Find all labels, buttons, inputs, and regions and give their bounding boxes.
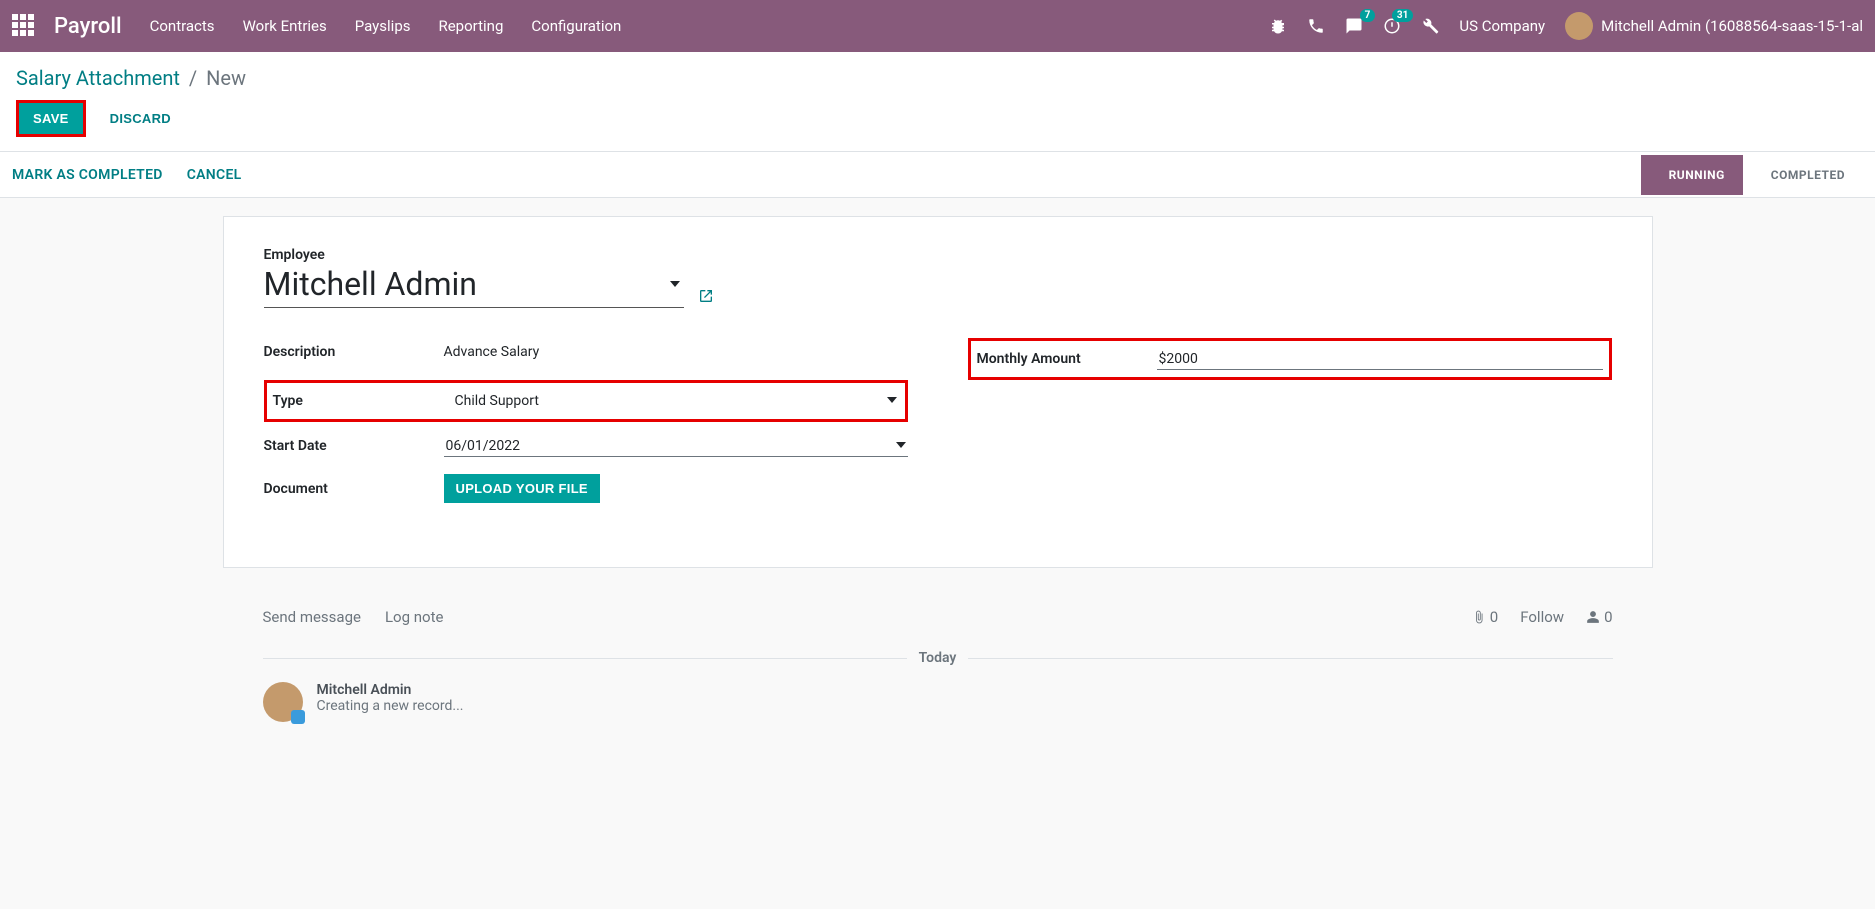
status-running[interactable]: RUNNING [1641, 155, 1743, 195]
description-row: Description Advance Salary [264, 338, 908, 366]
control-panel: Salary Attachment / New SAVE DISCARD [0, 52, 1875, 152]
activities-icon[interactable]: 31 [1383, 17, 1401, 35]
nav-reporting[interactable]: Reporting [438, 17, 503, 35]
type-row: Type Child Support [273, 387, 899, 415]
date-divider: Today [263, 650, 1613, 666]
company-selector[interactable]: US Company [1459, 17, 1545, 35]
start-date-row: Start Date 06/01/2022 [264, 432, 908, 460]
tools-icon[interactable] [1421, 17, 1439, 35]
document-label: Document [264, 481, 444, 497]
chevron-down-icon[interactable] [670, 259, 680, 297]
upload-file-button[interactable]: UPLOAD YOUR FILE [444, 474, 600, 503]
monthly-amount-label: Monthly Amount [977, 351, 1157, 367]
nav-configuration[interactable]: Configuration [531, 17, 621, 35]
type-field[interactable]: Child Support [453, 391, 899, 411]
start-date-label: Start Date [264, 438, 444, 454]
form-columns: Description Advance Salary Type Child Su… [264, 338, 1612, 517]
nav-menu: Contracts Work Entries Payslips Reportin… [150, 17, 622, 35]
cancel-button[interactable]: CANCEL [187, 167, 242, 183]
messages-icon[interactable]: 7 [1345, 17, 1363, 35]
type-value: Child Support [455, 393, 539, 409]
followers-icon[interactable]: 0 [1586, 608, 1612, 626]
message-avatar [263, 682, 303, 722]
right-column: Monthly Amount $2000 [968, 338, 1612, 380]
mark-completed-button[interactable]: MARK AS COMPLETED [12, 167, 163, 183]
nav-work-entries[interactable]: Work Entries [243, 17, 327, 35]
employee-label: Employee [264, 247, 1612, 263]
status-actions: MARK AS COMPLETED CANCEL [12, 167, 242, 183]
send-message-button[interactable]: Send message [263, 608, 361, 626]
external-link-icon[interactable] [698, 288, 714, 308]
apps-icon[interactable] [12, 14, 36, 38]
messages-badge: 7 [1360, 9, 1376, 22]
type-label: Type [273, 393, 453, 409]
activities-badge: 31 [1392, 9, 1413, 22]
document-row: Document UPLOAD YOUR FILE [264, 474, 908, 503]
bug-icon[interactable] [1269, 17, 1287, 35]
status-completed[interactable]: COMPLETED [1743, 155, 1863, 195]
description-value[interactable]: Advance Salary [444, 344, 908, 360]
chatter-right: 0 Follow 0 [1472, 608, 1613, 626]
message-item: Mitchell Admin Creating a new record... [263, 682, 1613, 722]
topbar-right: 7 31 US Company Mitchell Admin (16088564… [1269, 12, 1863, 40]
app-title[interactable]: Payroll [54, 14, 122, 39]
chevron-down-icon [896, 438, 906, 454]
status-bar: MARK AS COMPLETED CANCEL RUNNING COMPLET… [0, 152, 1875, 198]
message-text: Creating a new record... [317, 698, 464, 714]
nav-contracts[interactable]: Contracts [150, 17, 215, 35]
type-highlight: Type Child Support [264, 380, 908, 422]
chatter: Send message Log note 0 Follow 0 Today M… [223, 580, 1653, 736]
form-sheet: Employee Mitchell Admin Description Adva… [223, 216, 1653, 568]
left-column: Description Advance Salary Type Child Su… [264, 338, 908, 517]
sheet-wrap: Employee Mitchell Admin Description Adva… [0, 198, 1875, 580]
attachment-count: 0 [1490, 608, 1498, 626]
follower-count: 0 [1604, 608, 1612, 626]
start-date-field[interactable]: 06/01/2022 [444, 436, 908, 457]
employee-value: Mitchell Admin [264, 265, 477, 303]
chatter-tabs: Send message Log note 0 Follow 0 [263, 594, 1613, 640]
action-row: SAVE DISCARD [16, 100, 1859, 151]
status-steps: RUNNING COMPLETED [1641, 155, 1863, 195]
breadcrumb-root[interactable]: Salary Attachment [16, 66, 180, 90]
monthly-amount-field[interactable]: $2000 [1157, 349, 1603, 370]
breadcrumb-current: New [206, 66, 246, 90]
user-menu[interactable]: Mitchell Admin (16088564-saas-15-1-al [1565, 12, 1863, 40]
attachment-icon[interactable]: 0 [1472, 608, 1498, 626]
monthly-amount-row: Monthly Amount $2000 [977, 345, 1603, 373]
save-highlight: SAVE [16, 100, 86, 137]
log-note-button[interactable]: Log note [385, 608, 443, 626]
phone-icon[interactable] [1307, 17, 1325, 35]
employee-row: Mitchell Admin [264, 265, 1612, 308]
save-button[interactable]: SAVE [19, 103, 83, 134]
chevron-down-icon [887, 393, 897, 409]
monthly-amount-value: $2000 [1159, 351, 1198, 367]
user-avatar [1565, 12, 1593, 40]
message-body: Mitchell Admin Creating a new record... [317, 682, 464, 714]
follow-button[interactable]: Follow [1520, 608, 1564, 626]
monthly-amount-highlight: Monthly Amount $2000 [968, 338, 1612, 380]
discard-button[interactable]: DISCARD [96, 103, 185, 134]
nav-payslips[interactable]: Payslips [355, 17, 411, 35]
user-name: Mitchell Admin (16088564-saas-15-1-al [1601, 17, 1863, 35]
start-date-value: 06/01/2022 [446, 438, 521, 454]
employee-field[interactable]: Mitchell Admin [264, 265, 684, 308]
topbar: Payroll Contracts Work Entries Payslips … [0, 0, 1875, 52]
message-author: Mitchell Admin [317, 682, 464, 698]
date-divider-label: Today [919, 650, 957, 666]
breadcrumb: Salary Attachment / New [16, 66, 1859, 90]
description-label: Description [264, 344, 444, 360]
